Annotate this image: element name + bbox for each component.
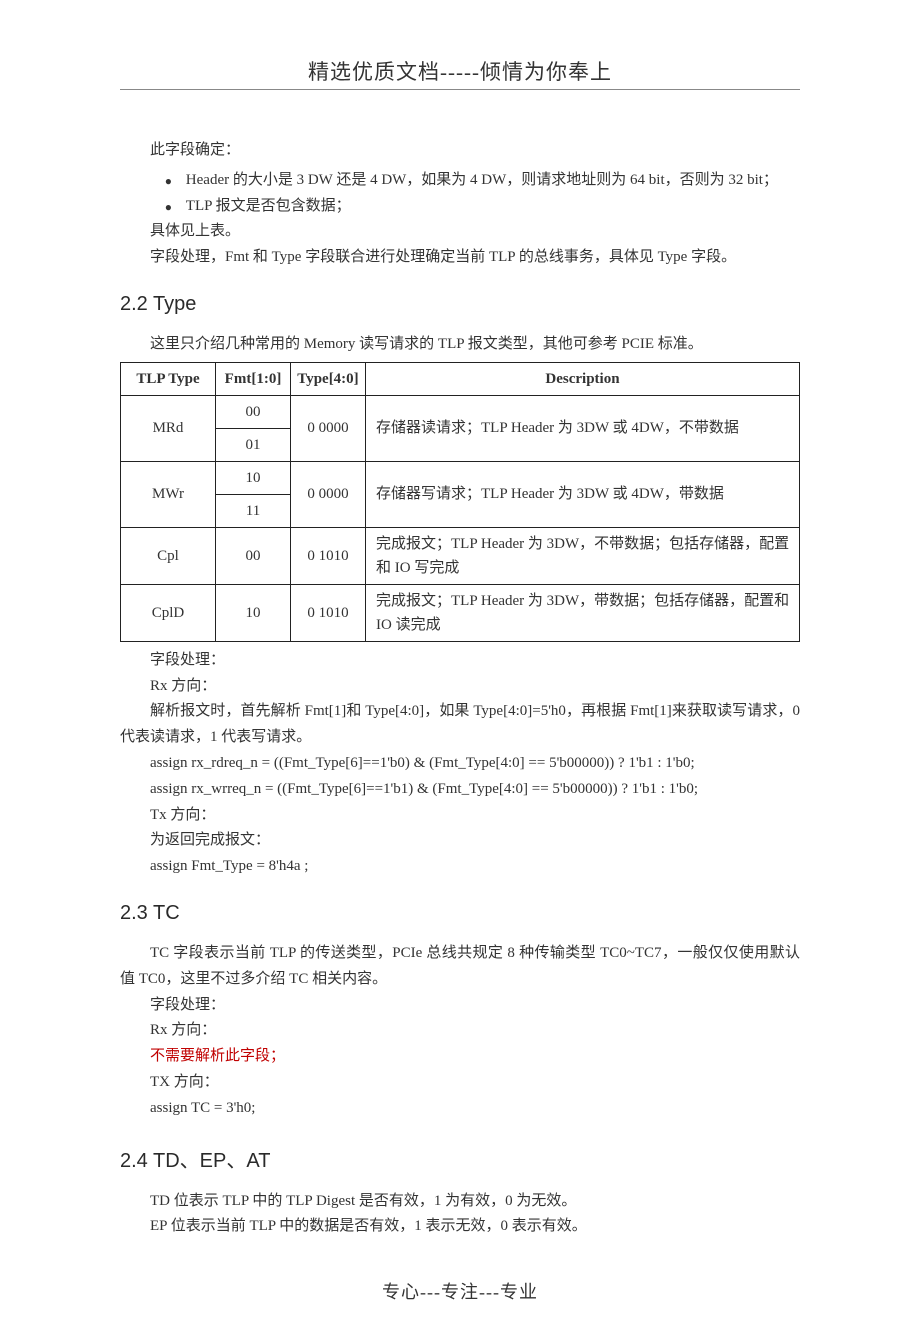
section-2-3-heading: 2.3 TC: [120, 902, 800, 925]
section-2-2-heading: 2.2 Type: [120, 293, 800, 316]
s22-intro: 这里只介绍几种常用的 Memory 读写请求的 TLP 报文类型，其他可参考 P…: [120, 332, 800, 358]
td-type: 0 1010: [291, 584, 366, 641]
td-desc: 存储器写请求；TLP Header 为 3DW 或 4DW，带数据: [366, 461, 800, 527]
th-fmt: Fmt[1:0]: [216, 362, 291, 395]
s22-code-rdreq: assign rx_rdreq_n = ((Fmt_Type[6]==1'b0)…: [120, 751, 800, 777]
page-footer: 专心---专注---专业: [120, 1278, 800, 1304]
td-desc: 完成报文；TLP Header 为 3DW，带数据；包括存储器，配置和 IO 读…: [366, 584, 800, 641]
s21-after-1: 具体见上表。: [120, 219, 800, 245]
th-tlp-type: TLP Type: [121, 362, 216, 395]
s21-after-2: 字段处理，Fmt 和 Type 字段联合进行处理确定当前 TLP 的总线事务，具…: [120, 245, 800, 271]
s22-tx-label: Tx 方向：: [120, 803, 800, 829]
s21-bullet-2: TLP 报文是否包含数据；: [165, 194, 800, 220]
s22-tx-desc: 为返回完成报文：: [120, 828, 800, 854]
s22-rx-desc: 解析报文时，首先解析 Fmt[1]和 Type[4:0]，如果 Type[4:0…: [120, 699, 800, 751]
th-type: Type[4:0]: [291, 362, 366, 395]
table-row: CplD 10 0 1010 完成报文；TLP Header 为 3DW，带数据…: [121, 584, 800, 641]
td-tlp: CplD: [121, 584, 216, 641]
s23-code-tc: assign TC = 3'h0;: [120, 1096, 800, 1122]
th-description: Description: [366, 362, 800, 395]
td-type: 0 0000: [291, 461, 366, 527]
td-type: 0 0000: [291, 395, 366, 461]
td-tlp: MRd: [121, 395, 216, 461]
s21-bullet-1: Header 的大小是 3 DW 还是 4 DW，如果为 4 DW，则请求地址则…: [165, 168, 800, 194]
s23-p1: TC 字段表示当前 TLP 的传送类型，PCIe 总线共规定 8 种传输类型 T…: [120, 941, 800, 993]
s22-rx-label: Rx 方向：: [120, 674, 800, 700]
table-row: MWr 10 0 0000 存储器写请求；TLP Header 为 3DW 或 …: [121, 461, 800, 494]
td-fmt: 10: [216, 461, 291, 494]
page: 精选优质文档-----倾情为你奉上 此字段确定： Header 的大小是 3 D…: [0, 0, 920, 1344]
tlp-type-table: TLP Type Fmt[1:0] Type[4:0] Description …: [120, 362, 800, 642]
s23-rx-note: 不需要解析此字段；: [120, 1044, 800, 1070]
td-tlp: Cpl: [121, 527, 216, 584]
td-fmt: 01: [216, 428, 291, 461]
s21-intro: 此字段确定：: [120, 138, 800, 164]
s22-code-wrreq: assign rx_wrreq_n = ((Fmt_Type[6]==1'b1)…: [120, 777, 800, 803]
s21-bullet-list: Header 的大小是 3 DW 还是 4 DW，如果为 4 DW，则请求地址则…: [120, 168, 800, 220]
section-2-4-heading: 2.4 TD、EP、AT: [120, 1144, 800, 1173]
td-fmt: 11: [216, 494, 291, 527]
table-row: MRd 00 0 0000 存储器读请求；TLP Header 为 3DW 或 …: [121, 395, 800, 428]
td-tlp: MWr: [121, 461, 216, 527]
s24-l2: EP 位表示当前 TLP 中的数据是否有效，1 表示无效，0 表示有效。: [120, 1214, 800, 1240]
td-fmt: 00: [216, 527, 291, 584]
page-header-title: 精选优质文档-----倾情为你奉上: [120, 56, 800, 86]
td-type: 0 1010: [291, 527, 366, 584]
table-header-row: TLP Type Fmt[1:0] Type[4:0] Description: [121, 362, 800, 395]
td-desc: 存储器读请求；TLP Header 为 3DW 或 4DW，不带数据: [366, 395, 800, 461]
s24-l1: TD 位表示 TLP 中的 TLP Digest 是否有效，1 为有效，0 为无…: [120, 1189, 800, 1215]
s23-rx-label: Rx 方向：: [120, 1018, 800, 1044]
td-fmt: 00: [216, 395, 291, 428]
s22-code-fmttype: assign Fmt_Type = 8'h4a ;: [120, 854, 800, 880]
s23-proc-label: 字段处理：: [120, 993, 800, 1019]
header-divider: [120, 89, 800, 90]
td-desc: 完成报文；TLP Header 为 3DW，不带数据；包括存储器，配置和 IO …: [366, 527, 800, 584]
table-row: Cpl 00 0 1010 完成报文；TLP Header 为 3DW，不带数据…: [121, 527, 800, 584]
s22-proc-label: 字段处理：: [120, 648, 800, 674]
td-fmt: 10: [216, 584, 291, 641]
s23-tx-label: TX 方向：: [120, 1070, 800, 1096]
